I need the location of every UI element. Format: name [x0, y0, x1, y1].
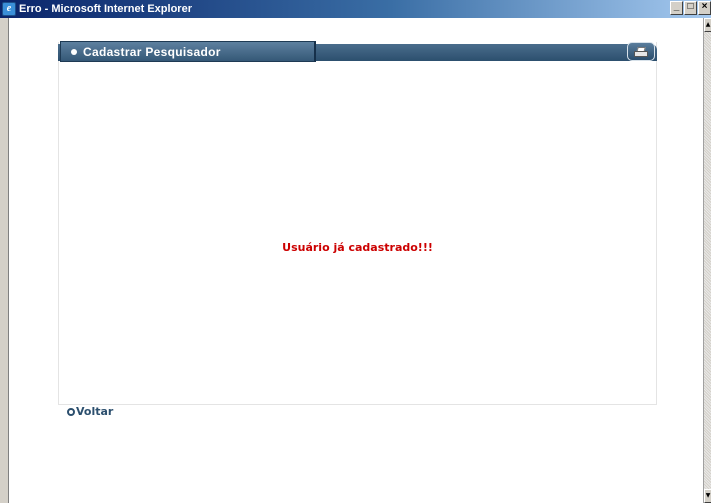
error-message: Usuário já cadastrado!!! [282, 241, 433, 254]
ie-logo-icon: e [2, 2, 16, 16]
scroll-down-arrow-icon[interactable]: ▼ [704, 489, 711, 503]
bullet-icon [71, 48, 77, 55]
panel-title: Cadastrar Pesquisador [83, 44, 221, 59]
panel-header: Cadastrar Pesquisador [58, 41, 657, 63]
back-link[interactable]: Voltar [67, 405, 113, 418]
printer-icon [634, 46, 648, 57]
close-button[interactable]: × [698, 1, 711, 15]
scroll-up-arrow-icon[interactable]: ▲ [704, 18, 711, 32]
window-frame-left [0, 18, 9, 503]
window-controls: _ □ × [669, 1, 711, 15]
content-panel [58, 42, 657, 405]
maximize-button[interactable]: □ [684, 1, 697, 15]
window-title-bar: e Erro - Microsoft Internet Explorer _ □… [0, 0, 711, 18]
header-tab: Cadastrar Pesquisador [60, 41, 316, 62]
print-button[interactable] [627, 42, 655, 61]
circle-bullet-icon [67, 407, 75, 416]
back-link-label[interactable]: Voltar [76, 405, 113, 418]
minimize-button[interactable]: _ [670, 1, 683, 15]
vertical-scrollbar[interactable]: ▲ ▼ [703, 18, 711, 503]
window-title: Erro - Microsoft Internet Explorer [19, 3, 192, 15]
